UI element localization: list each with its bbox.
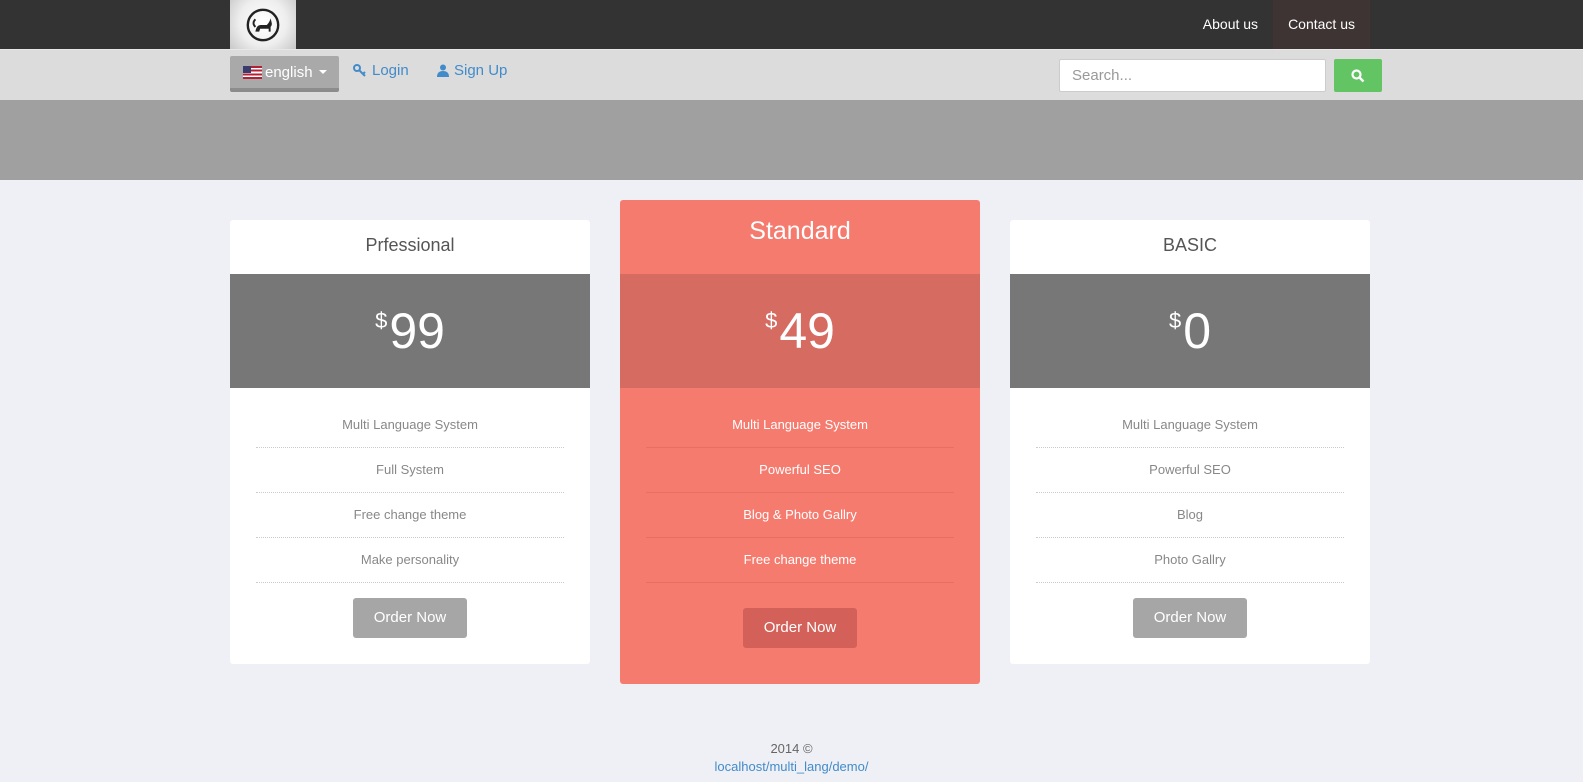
feature-item: Multi Language System [646,403,954,448]
currency-symbol: $ [375,308,388,333]
signup-link[interactable]: Sign Up [437,62,507,79]
pricing-card-basic: BASIC $ 0 Multi Language System Powerful… [1010,220,1370,664]
feature-item: Powerful SEO [646,448,954,493]
plan-title: Standard [749,217,851,245]
plan-price: $ 0 [1010,274,1370,388]
language-dropdown[interactable]: english [230,56,339,92]
feature-item: Multi Language System [1036,403,1344,448]
feature-item: Powerful SEO [1036,448,1344,493]
currency-symbol: $ [765,308,778,333]
nav-about-us[interactable]: About us [1188,0,1273,49]
order-now-button[interactable]: Order Now [743,608,857,648]
feature-list: Multi Language System Powerful SEO Blog … [1036,403,1344,583]
caret-down-icon [318,70,327,74]
signup-label: Sign Up [454,62,508,79]
user-icon [437,64,449,77]
footer-url-link[interactable]: localhost/multi_lang/demo/ [0,759,1583,774]
feature-item: Free change theme [646,538,954,583]
feature-item: Make personality [256,538,564,583]
login-link[interactable]: Login [353,62,409,79]
pricing-card-professional: Prfessional $ 99 Multi Language System F… [230,220,590,664]
plan-title: Prfessional [365,235,455,255]
login-label: Login [372,62,409,79]
sub-navbar: english Login Sign Up [0,49,1583,100]
feature-list: Multi Language System Full System Free c… [256,403,564,583]
price-amount: 99 [389,303,445,359]
footer: 2014 © localhost/multi_lang/demo/ [0,741,1583,774]
feature-item: Blog & Photo Gallry [646,493,954,538]
hero-banner [0,100,1583,180]
logo[interactable] [230,0,296,49]
feature-item: Photo Gallry [1036,538,1344,583]
us-flag-icon [243,65,262,79]
plan-price: $ 99 [230,274,590,388]
nav-contact-us[interactable]: Contact us [1273,0,1370,49]
order-now-button[interactable]: Order Now [1133,598,1247,638]
feature-item: Free change theme [256,493,564,538]
search-button[interactable] [1334,59,1382,92]
price-amount: 49 [779,303,835,359]
search-input[interactable] [1059,59,1326,92]
top-nav: About us Contact us [1188,0,1370,49]
feature-item: Blog [1036,493,1344,538]
cat-logo-icon [246,8,280,41]
plan-price: $ 49 [620,274,980,388]
price-amount: 0 [1183,303,1212,359]
feature-item: Multi Language System [256,403,564,448]
pricing-card-standard: Standard $ 49 Multi Language System Powe… [620,200,980,684]
feature-item: Full System [256,448,564,493]
plan-title: BASIC [1162,235,1218,255]
feature-list: Multi Language System Powerful SEO Blog … [646,403,954,583]
key-icon [353,63,366,77]
order-now-button[interactable]: Order Now [353,598,467,638]
language-label: english [265,63,313,81]
top-navbar: About us Contact us [0,0,1583,49]
currency-symbol: $ [1168,308,1182,333]
search-icon [1351,68,1365,82]
copyright-text: 2014 © [770,741,813,756]
